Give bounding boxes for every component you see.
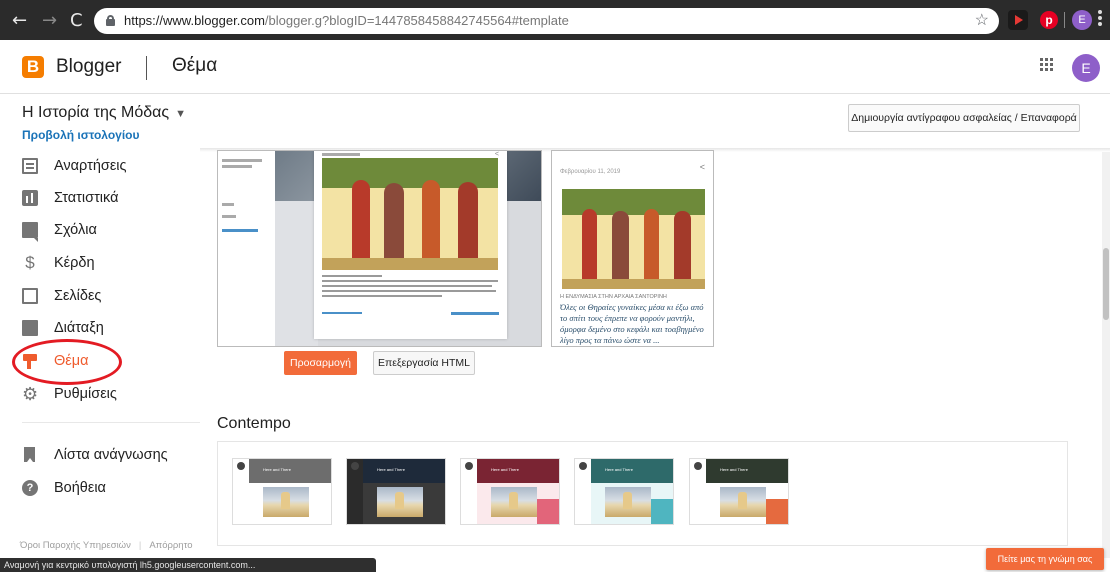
share-icon: < (699, 162, 705, 172)
pages-icon (22, 288, 38, 304)
bookmark-icon (22, 447, 38, 463)
sidebar-item-earnings[interactable]: $ Κέρδη (22, 251, 95, 275)
blogger-logo-icon[interactable]: B (22, 56, 44, 78)
address-bar[interactable]: https://www.blogger.com/blogger.g?blogID… (94, 8, 999, 34)
painting-image (562, 189, 705, 289)
theme-thumbnail[interactable]: Here and There (232, 458, 332, 525)
thumb-sidebar (690, 459, 706, 524)
sidebar-item-label: Βοήθεια (54, 480, 106, 496)
sidebar-item-stats[interactable]: Στατιστικά (22, 186, 118, 210)
mobile-theme-preview[interactable]: Φεβρουαρίου 11, 2019 < Η ΕΝΔΥΜΑΣΙΑ ΣΤΗΝ … (551, 150, 714, 347)
forward-arrow-icon[interactable]: → (42, 10, 57, 31)
browser-profile-avatar[interactable]: E (1072, 10, 1092, 30)
sidebar-item-label: Ρυθμίσεις (54, 386, 117, 402)
thumb-title: Here and There (720, 467, 748, 472)
theme-thumbnail[interactable]: Here and There (574, 458, 674, 525)
sidebar-item-label: Κέρδη (54, 255, 95, 271)
terms-link[interactable]: Όροι Παροχής Υπηρεσιών (20, 540, 131, 551)
sidebar-item-label: Στατιστικά (54, 190, 119, 206)
sidebar-item-label: Αναρτήσεις (54, 158, 127, 174)
thumb-sidebar (461, 459, 477, 524)
url-text: https://www.blogger.com/blogger.g?blogID… (124, 13, 569, 28)
theme-thumbnail[interactable]: Here and There (346, 458, 446, 525)
thumb-sidebar (233, 459, 249, 524)
page-scrollbar[interactable] (1102, 152, 1110, 558)
thumb-accent (766, 499, 788, 524)
post-date: Φεβρουαρίου 11, 2019 (560, 169, 621, 175)
painting-image (322, 158, 498, 270)
sidebar-item-label: Λίστα ανάγνωσης (54, 447, 168, 463)
backup-restore-button[interactable]: Δημιουργία αντίγραφου ασφαλείας / Επαναφ… (848, 104, 1080, 132)
youtube-extension-icon[interactable] (1008, 10, 1028, 30)
thumb-title: Here and There (605, 467, 633, 472)
sidebar-item-label: Σελίδες (54, 288, 102, 304)
posts-icon (22, 158, 38, 174)
bookmark-star-icon[interactable]: ☆ (975, 10, 989, 30)
feedback-button[interactable]: Πείτε μας τη γνώμη σας (986, 548, 1104, 570)
thumb-title: Here and There (263, 467, 291, 472)
footer-links: Όροι Παροχής Υπηρεσιών | Απόρρητο (20, 540, 193, 551)
lock-icon (106, 15, 115, 26)
post-category: Η ΕΝΔΥΜΑΣΙΑ ΣΤΗΝ ΑΡΧΑΙΑ ΣΑΝΤΟΡΙΝΗ (560, 294, 667, 300)
dropdown-caret-icon: ▼ (175, 108, 187, 120)
thumb-title: Here and There (377, 467, 405, 472)
toolbar-divider (1064, 12, 1065, 28)
pinterest-extension-icon[interactable]: p (1040, 11, 1058, 29)
annotation-circle (12, 339, 122, 385)
layout-icon (22, 320, 38, 336)
section-title: Θέμα (172, 55, 218, 76)
gear-icon: ⚙ (22, 384, 39, 404)
sidebar-item-comments[interactable]: Σχόλια (22, 218, 97, 242)
thumb-windmill (395, 492, 404, 509)
scrollbar-thumb[interactable] (1103, 248, 1109, 320)
app-name: Blogger (56, 56, 122, 77)
thumb-windmill (281, 492, 290, 509)
customize-button[interactable]: Προσαρμογή (284, 351, 357, 375)
sidebar-item-label: Διάταξη (54, 320, 104, 336)
sidebar-item-label: Σχόλια (54, 222, 97, 238)
theme-thumbnail[interactable]: Here and There (689, 458, 789, 525)
desktop-theme-preview[interactable]: < (217, 150, 542, 347)
blog-title: Η Ιστορία της Μόδας (22, 104, 170, 121)
post-excerpt: Όλες οι Θηραίες γυναίκες μέσα κι έξω από… (560, 302, 704, 345)
theme-thumbnail[interactable]: Here and There (460, 458, 560, 525)
sidebar-divider (22, 422, 200, 423)
browser-status-bar: Αναμονή για κεντρικό υπολογιστή lh5.goog… (0, 558, 376, 572)
view-blog-link[interactable]: Προβολή ιστολογίου (22, 128, 140, 142)
sidebar-item-pages[interactable]: Σελίδες (22, 284, 101, 308)
browser-toolbar: ← → C https://www.blogger.com/blogger.g?… (0, 0, 1110, 40)
sidebar-item-settings[interactable]: ⚙ Ρυθμίσεις (22, 382, 117, 406)
thumb-sidebar (575, 459, 591, 524)
header-divider (146, 56, 147, 80)
preview-post-card: < (314, 151, 507, 339)
sidebar-item-reading-list[interactable]: Λίστα ανάγνωσης (22, 443, 168, 467)
privacy-link[interactable]: Απόρρητο (149, 540, 192, 551)
thumb-accent (651, 499, 673, 524)
theme-family-title: Contempo (217, 415, 291, 432)
preview-sidebar (218, 151, 275, 346)
browser-menu-icon[interactable] (1098, 10, 1102, 28)
dollar-icon: $ (25, 253, 35, 272)
back-arrow-icon[interactable]: ← (12, 10, 27, 31)
sidebar-item-help[interactable]: ? Βοήθεια (22, 476, 106, 500)
thumb-title: Here and There (491, 467, 519, 472)
reload-icon[interactable]: C (70, 10, 83, 31)
thumb-windmill (509, 492, 518, 509)
stats-icon (22, 190, 38, 206)
thumb-accent (537, 499, 559, 524)
app-header: B Blogger Θέμα E (0, 40, 1110, 94)
edit-html-button[interactable]: Επεξεργασία HTML (373, 351, 475, 375)
thumb-windmill (623, 492, 632, 509)
sidebar-item-posts[interactable]: Αναρτήσεις (22, 154, 127, 178)
comments-icon (22, 222, 38, 242)
sidebar-item-layout[interactable]: Διάταξη (22, 316, 104, 340)
thumb-windmill (738, 492, 747, 509)
user-avatar[interactable]: E (1072, 54, 1100, 82)
thumb-sidebar (347, 459, 363, 524)
apps-grid-icon[interactable] (1040, 58, 1054, 72)
blog-selector[interactable]: Η Ιστορία της Μόδας ▼ (22, 104, 186, 122)
help-icon: ? (22, 480, 38, 496)
